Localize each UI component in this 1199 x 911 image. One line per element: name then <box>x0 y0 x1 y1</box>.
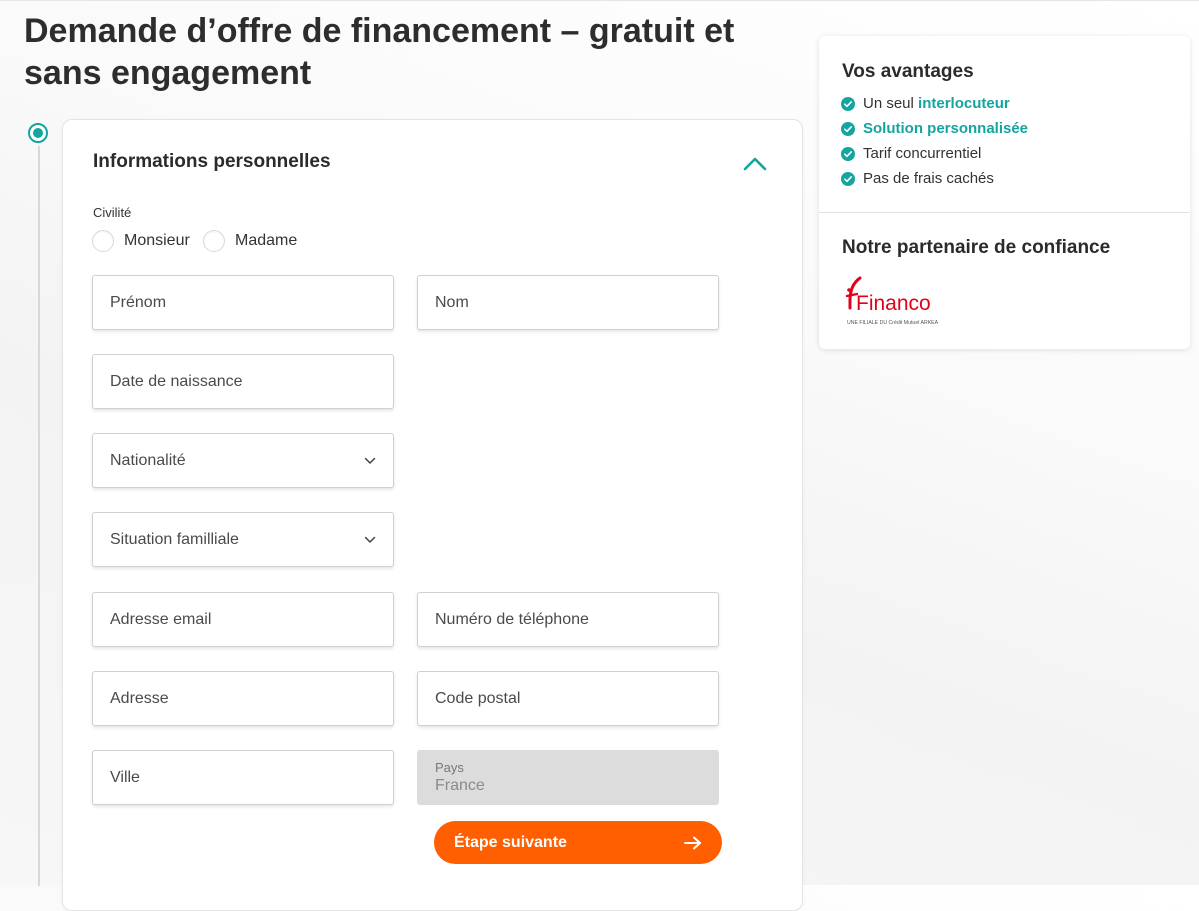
nationality-select[interactable]: Nationalité <box>92 433 394 488</box>
advantages-list: Un seul interlocuteur Solution personnal… <box>841 91 1028 191</box>
financo-logo: Financo UNE FILIALE DU Crédit Mutuel ARK… <box>845 276 939 326</box>
advantage-item: Pas de frais cachés <box>841 166 1028 191</box>
stepper-current-step-icon <box>28 123 48 143</box>
radio-label-monsieur: Monsieur <box>124 232 190 249</box>
card-divider <box>819 212 1190 213</box>
advantage-text: Pas de frais cachés <box>863 170 994 187</box>
birth-date-field[interactable]: Date de naissance <box>92 354 394 409</box>
city-placeholder: Ville <box>110 768 140 786</box>
birth-date-placeholder: Date de naissance <box>110 372 243 390</box>
next-step-label: Étape suivante <box>454 833 567 851</box>
stepper-line <box>38 146 40 886</box>
personal-info-card: Informations personnelles Civilité Monsi… <box>62 119 803 911</box>
phone-placeholder: Numéro de téléphone <box>435 610 589 628</box>
check-circle-icon <box>841 146 855 161</box>
chevron-down-icon <box>364 457 376 464</box>
chevron-up-icon[interactable] <box>741 154 769 174</box>
postal-code-field[interactable]: Code postal <box>417 671 719 726</box>
postal-code-placeholder: Code postal <box>435 689 521 707</box>
phone-field[interactable]: Numéro de téléphone <box>417 592 719 647</box>
check-circle-icon <box>841 171 855 186</box>
civility-radio-madame[interactable]: Madame <box>203 230 297 252</box>
address-placeholder: Adresse <box>110 689 169 707</box>
family-status-select[interactable]: Situation familliale <box>92 512 394 567</box>
country-value: France <box>435 776 485 794</box>
nationality-placeholder: Nationalité <box>110 451 186 469</box>
next-step-button[interactable]: Étape suivante <box>434 821 722 864</box>
advantage-text: Tarif concurrentiel <box>863 145 982 162</box>
civility-radio-monsieur[interactable]: Monsieur <box>92 230 190 252</box>
first-name-placeholder: Prénom <box>110 293 167 311</box>
chevron-down-icon <box>364 536 376 543</box>
civility-label: Civilité <box>93 205 132 220</box>
advantages-card: Vos avantages Un seul interlocuteur Solu… <box>819 36 1190 349</box>
section-title: Informations personnelles <box>93 151 331 172</box>
address-field[interactable]: Adresse <box>92 671 394 726</box>
country-field: Pays France <box>417 750 719 805</box>
country-label: Pays <box>435 759 464 775</box>
last-name-placeholder: Nom <box>435 293 469 311</box>
page-title: Demande d’offre de financement – gratuit… <box>24 12 735 92</box>
radio-circle[interactable] <box>203 230 225 252</box>
advantage-highlight: interlocuteur <box>918 95 1010 112</box>
city-field[interactable]: Ville <box>92 750 394 805</box>
advantage-item: Tarif concurrentiel <box>841 141 1028 166</box>
advantage-item: Solution personnalisée <box>841 116 1028 141</box>
advantage-highlight: Solution personnalisée <box>863 120 1029 137</box>
svg-text:UNE FILIALE DU Crédit Mutuel A: UNE FILIALE DU Crédit Mutuel ARKEA <box>847 320 939 326</box>
radio-label-madame: Madame <box>235 232 298 249</box>
advantage-text: Un seul <box>863 95 919 112</box>
email-placeholder: Adresse email <box>110 610 212 628</box>
svg-text:Financo: Financo <box>856 292 931 315</box>
partner-title: Notre partenaire de confiance <box>842 237 1111 258</box>
check-circle-icon <box>841 121 855 136</box>
email-field[interactable]: Adresse email <box>92 592 394 647</box>
family-status-placeholder: Situation familliale <box>110 530 239 548</box>
top-divider <box>0 0 1199 1</box>
radio-circle[interactable] <box>92 230 114 252</box>
arrow-right-icon <box>684 836 701 849</box>
advantage-item: Un seul interlocuteur <box>841 91 1028 116</box>
last-name-field[interactable]: Nom <box>417 275 719 330</box>
first-name-field[interactable]: Prénom <box>92 275 394 330</box>
check-circle-icon <box>841 96 855 111</box>
advantages-title: Vos avantages <box>842 61 974 82</box>
